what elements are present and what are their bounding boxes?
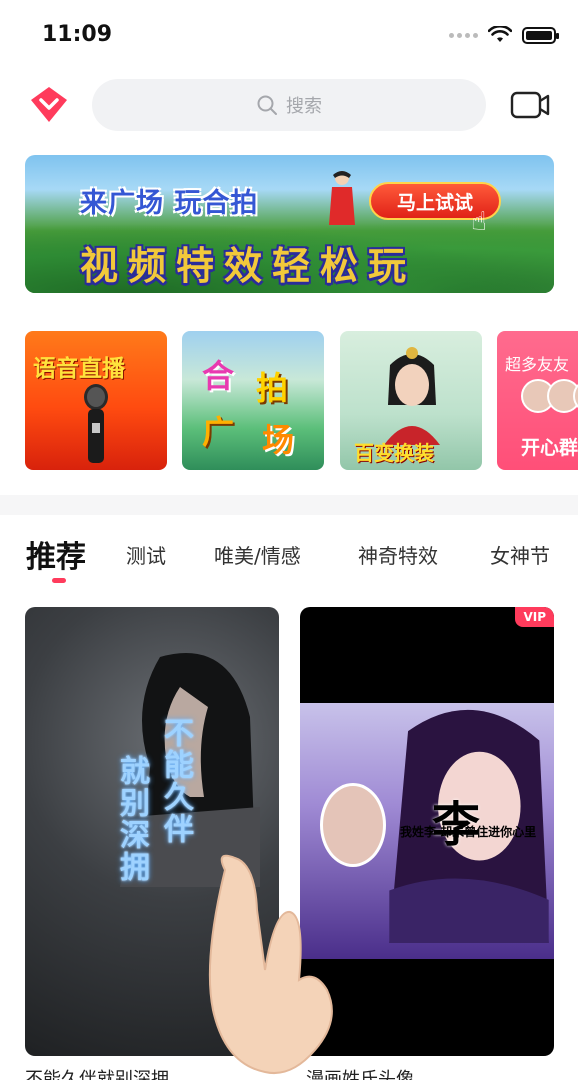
tab-test[interactable]: 测试 (126, 540, 166, 569)
category-costume-change[interactable]: 百变换装 (340, 331, 482, 470)
status-bar: 11:09 (0, 0, 578, 70)
search-placeholder: 搜索 (286, 96, 322, 117)
surname-character: 李 (432, 797, 481, 853)
tab-bar: 推荐 测试 唯美/情感 神奇特效 女神节 (0, 530, 578, 586)
hand-cursor-icon: ☝ (471, 207, 487, 237)
top-bar: 搜索 (0, 78, 578, 132)
banner-line2: 视频特效轻松玩 (80, 244, 417, 288)
category-label: 语音直播 (33, 356, 125, 382)
portrait-illustration (384, 347, 440, 445)
category-group-chat[interactable]: 超多友友 开心群 (497, 331, 578, 470)
category-label-bottom: 开心群 (521, 437, 578, 459)
category-label: 百变换装 (354, 441, 434, 465)
camera-icon[interactable] (510, 90, 550, 120)
search-icon (257, 95, 277, 115)
status-icons (449, 26, 559, 44)
category-label-top: 超多友友 (505, 355, 570, 374)
tab-womens-day[interactable]: 女神节 (490, 540, 550, 569)
vip-badge: VIP (515, 607, 554, 627)
search-input[interactable]: 搜索 (92, 79, 486, 131)
banner-figure-illustration (329, 171, 355, 225)
tab-magic-effects[interactable]: 神奇特效 (358, 540, 438, 569)
logo-icon[interactable] (28, 84, 70, 126)
category-duet-plaza[interactable]: 合 拍 广 场 (182, 331, 324, 470)
overlay-text: 就别深拥 (114, 755, 149, 883)
overlay-text: 不能久伴 (158, 717, 193, 845)
pointing-finger-overlay (208, 854, 333, 1074)
promo-banner[interactable]: 来广场 玩合拍 视频特效轻松玩 马上试试 ☝ (25, 155, 554, 293)
active-tab-indicator (52, 578, 66, 583)
wifi-icon (488, 26, 512, 42)
tab-aesthetic[interactable]: 唯美/情感 (214, 540, 301, 569)
section-divider (0, 495, 578, 515)
signal-icon (449, 32, 478, 38)
microphone-icon (84, 384, 108, 463)
banner-line1: 来广场 玩合拍 (80, 188, 259, 219)
status-time: 11:09 (42, 22, 113, 47)
tab-recommended[interactable]: 推荐 (26, 532, 86, 576)
surname-caption: 我姓李 却未曾住进你心里 (400, 825, 537, 839)
battery-icon (522, 26, 559, 44)
category-label-part: 合 (202, 357, 235, 395)
category-label-part: 场 (262, 421, 295, 459)
category-label-part: 广 (202, 413, 235, 451)
category-voice-live[interactable]: 语音直播 (25, 331, 167, 470)
feed-card-title: 不能久伴就别深拥 (25, 1069, 169, 1080)
category-label-part: 拍 (256, 369, 289, 407)
avatar-group (521, 379, 578, 413)
category-row: 语音直播 合 拍 广 场 百变换装 超多友友 开心群 (25, 331, 578, 471)
